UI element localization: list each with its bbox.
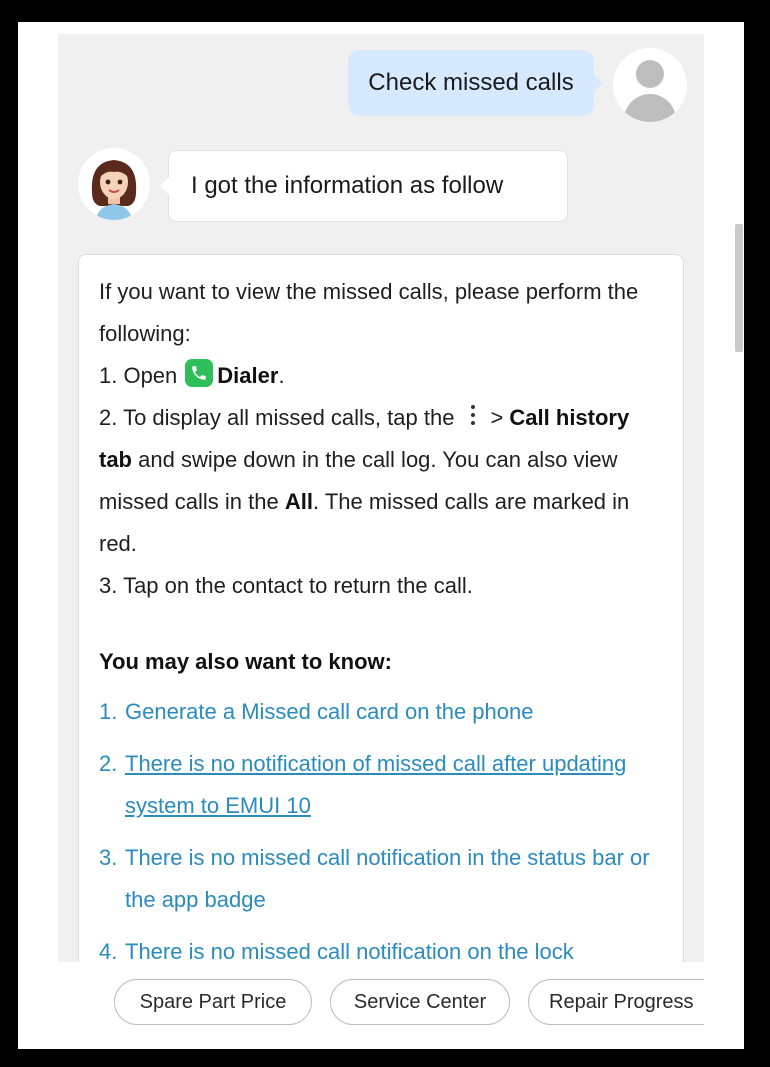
- step-1-suffix: .: [278, 363, 285, 388]
- related-text[interactable]: Generate a Missed call card on the phone: [125, 691, 661, 733]
- suggestion-bar[interactable]: Spare Part Price Service Center Repair P…: [58, 962, 704, 1049]
- related-number: 3.: [99, 845, 118, 870]
- chip-label: Service Center: [353, 990, 487, 1013]
- user-message-text: Check missed calls: [368, 69, 574, 96]
- answer-card: If you want to view the missed calls, pl…: [78, 254, 684, 989]
- related-section-title: You may also want to know:: [99, 649, 392, 674]
- suggestion-chip-repair-progress[interactable]: Repair Progress: [528, 979, 704, 1025]
- user-avatar-icon: [613, 48, 687, 122]
- chip-label: Repair Progress: [549, 990, 694, 1013]
- related-question-link[interactable]: 3. There is no missed call notification …: [99, 837, 661, 921]
- related-question-link[interactable]: 2. There is no notification of missed ca…: [99, 743, 661, 827]
- answer-intro: If you want to view the missed calls, pl…: [99, 279, 639, 346]
- more-vertical-icon: [466, 403, 480, 427]
- suggestion-chip-spare-part-price[interactable]: Spare Part Price: [114, 979, 312, 1025]
- related-number: 1.: [99, 699, 118, 724]
- user-message-bubble: Check missed calls: [348, 50, 603, 116]
- suggestion-chip-service-center[interactable]: Service Center: [330, 979, 510, 1025]
- related-text[interactable]: There is no notification of missed call …: [125, 743, 661, 827]
- assistant-avatar-icon: [78, 148, 150, 220]
- chat-area[interactable]: Check missed calls I got the information…: [58, 34, 704, 989]
- assistant-message-bubble: I got the information as follow: [160, 150, 568, 222]
- answer-step-3: 3. Tap on the contact to return the call…: [99, 573, 473, 598]
- related-number: 2.: [99, 751, 118, 776]
- avatar-shoulders: [624, 94, 676, 122]
- related-questions-list: 1. Generate a Missed call card on the ph…: [99, 691, 661, 973]
- assistant-message-text: I got the information as follow: [191, 172, 504, 199]
- answer-step-1: 1. Open Dialer.: [99, 355, 661, 397]
- scrollbar[interactable]: [735, 224, 743, 352]
- chip-label: Spare Part Price: [139, 990, 287, 1013]
- step-2-arrow: >: [490, 405, 504, 430]
- phone-icon: [185, 359, 214, 387]
- answer-step-2: 2. To display all missed calls, tap the >…: [99, 397, 661, 565]
- avatar-head: [636, 60, 664, 88]
- dialer-app-name: Dialer: [217, 363, 279, 388]
- related-text[interactable]: There is no missed call notification in …: [125, 837, 661, 921]
- step-2-prefix: 2. To display all missed calls, tap the: [99, 405, 455, 430]
- step-1-prefix: 1. Open: [99, 363, 178, 388]
- all-tab-label: All: [284, 489, 313, 514]
- related-question-link[interactable]: 1. Generate a Missed call card on the ph…: [99, 691, 661, 733]
- phone-screen: Check missed calls I got the information…: [18, 22, 744, 1049]
